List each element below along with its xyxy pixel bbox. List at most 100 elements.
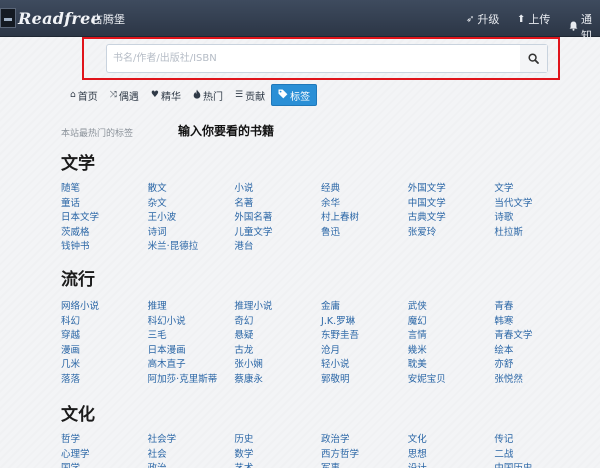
tag-link[interactable]: 哲学	[61, 433, 148, 448]
tag-link[interactable]: 社会	[148, 448, 235, 463]
tag-link[interactable]: J.K.罗琳	[321, 315, 408, 330]
tag-link[interactable]: 青春文学	[494, 329, 581, 344]
tag-link[interactable]: 数学	[234, 448, 321, 463]
tag-link[interactable]: 军事	[321, 462, 408, 468]
tag-link[interactable]: 社会学	[148, 433, 235, 448]
tag-grid-popular: 网络小说 推理 推理小说 金庸 武侠 青春 科幻 科幻小说 奇幻 J.K.罗琳 魔幻 韩寒 穿越 三毛 悬疑…	[61, 300, 581, 388]
tag-link[interactable]: 名著	[234, 197, 321, 212]
tag-link[interactable]: 日本文学	[61, 211, 148, 226]
tag-link[interactable]: 鲁迅	[321, 226, 408, 241]
tag-link[interactable]: 文化	[408, 433, 495, 448]
tag-link[interactable]: 中国历史	[494, 462, 581, 468]
tab-random[interactable]: ⤨ 偶遇	[104, 84, 145, 106]
tag-link[interactable]: 张悦然	[494, 373, 581, 388]
tag-link[interactable]: 艺术	[234, 462, 321, 468]
tag-link[interactable]: 诗歌	[494, 211, 581, 226]
tag-link[interactable]: 童话	[61, 197, 148, 212]
tag-link[interactable]: 推理	[148, 300, 235, 315]
tab-hot[interactable]: 热门	[187, 84, 229, 106]
tab-contribute[interactable]: ☰ 贡献	[229, 84, 271, 106]
section-title-popular: 流行	[61, 270, 95, 290]
tag-link[interactable]: 魔幻	[408, 315, 495, 330]
tag-link[interactable]: 散文	[148, 182, 235, 197]
tag-link[interactable]: 阿加莎·克里斯蒂	[148, 373, 235, 388]
tag-link[interactable]: 村上春树	[321, 211, 408, 226]
tag-link[interactable]: 蔡康永	[234, 373, 321, 388]
tag-link[interactable]: 心理学	[61, 448, 148, 463]
tag-link[interactable]: 设计	[408, 462, 495, 468]
tag-link[interactable]: 米兰·昆德拉	[148, 240, 235, 255]
tab-home[interactable]: ⌂ 首页	[64, 84, 104, 106]
tag-link[interactable]: 绘本	[494, 344, 581, 359]
nav-notify-link[interactable]: 通知	[569, 11, 600, 43]
tag-link[interactable]: 杂文	[148, 197, 235, 212]
tag-link[interactable]: 余华	[321, 197, 408, 212]
tag-link[interactable]: 政治	[148, 462, 235, 468]
tab-featured[interactable]: ♥ 精华	[145, 84, 187, 106]
search-box	[106, 44, 548, 73]
tag-link[interactable]: 小说	[234, 182, 321, 197]
tag-link[interactable]: 思想	[408, 448, 495, 463]
tag-link[interactable]: 言情	[408, 329, 495, 344]
tag-link[interactable]: 西方哲学	[321, 448, 408, 463]
tab-label: 热门	[203, 91, 223, 103]
tag-link[interactable]: 亦舒	[494, 358, 581, 373]
tag-link[interactable]: 张小娴	[234, 358, 321, 373]
tag-link[interactable]: 安妮宝贝	[408, 373, 495, 388]
tag-link[interactable]: 外国名著	[234, 211, 321, 226]
tag-link[interactable]: 国学	[61, 462, 148, 468]
tag-link[interactable]: 随笔	[61, 182, 148, 197]
tag-link[interactable]: 中国文学	[408, 197, 495, 212]
tag-row: 穿越 三毛 悬疑 东野圭吾 言情 青春文学	[61, 329, 581, 344]
tag-link[interactable]: 钱钟书	[61, 240, 148, 255]
tag-link[interactable]: 儿童文学	[234, 226, 321, 241]
tag-link[interactable]: 沧月	[321, 344, 408, 359]
search-input[interactable]	[107, 45, 521, 72]
tag-link[interactable]: 文学	[494, 182, 581, 197]
tag-link[interactable]: 科幻	[61, 315, 148, 330]
tag-link[interactable]: 政治学	[321, 433, 408, 448]
tag-link[interactable]: 外国文学	[408, 182, 495, 197]
tag-link[interactable]: 青春	[494, 300, 581, 315]
tag-link[interactable]: 几米	[61, 358, 148, 373]
tag-link[interactable]: 奇幻	[234, 315, 321, 330]
tag-link[interactable]: 落落	[61, 373, 148, 388]
tag-link[interactable]: 张爱玲	[408, 226, 495, 241]
tag-link[interactable]: 古龙	[234, 344, 321, 359]
tag-link[interactable]: 郭敬明	[321, 373, 408, 388]
tag-link[interactable]: 网络小说	[61, 300, 148, 315]
nav-upgrade-link[interactable]: ➶ 升级	[466, 11, 499, 27]
search-button[interactable]	[520, 45, 547, 72]
tag-link[interactable]: 诗词	[148, 226, 235, 241]
tag-link[interactable]: 漫画	[61, 344, 148, 359]
tag-link[interactable]: 杜拉斯	[494, 226, 581, 241]
tag-link[interactable]: 悬疑	[234, 329, 321, 344]
tag-link[interactable]: 三毛	[148, 329, 235, 344]
tag-link[interactable]: 武侠	[408, 300, 495, 315]
tag-link[interactable]: 港台	[234, 240, 321, 255]
tag-link[interactable]: 幾米	[408, 344, 495, 359]
tag-link[interactable]: 穿越	[61, 329, 148, 344]
tag-link[interactable]: 经典	[321, 182, 408, 197]
tab-tags[interactable]: 标签	[271, 84, 318, 106]
nav-upload-link[interactable]: ⬆ 上传	[517, 11, 550, 27]
tag-link[interactable]: 当代文学	[494, 197, 581, 212]
tag-link[interactable]: 历史	[234, 433, 321, 448]
brand[interactable]: Readfree	[0, 7, 101, 29]
tag-link[interactable]: 耽美	[408, 358, 495, 373]
tag-link[interactable]: 传记	[494, 433, 581, 448]
tag-row: 钱钟书 米兰·昆德拉 港台	[61, 240, 581, 255]
tag-link[interactable]: 科幻小说	[148, 315, 235, 330]
nav-link-gutenberg[interactable]: 古腾堡	[92, 11, 125, 27]
tag-link[interactable]: 推理小说	[234, 300, 321, 315]
tag-link[interactable]: 金庸	[321, 300, 408, 315]
tag-link[interactable]: 二战	[494, 448, 581, 463]
tag-link[interactable]: 古典文学	[408, 211, 495, 226]
tag-link[interactable]: 东野圭吾	[321, 329, 408, 344]
tag-link[interactable]: 王小波	[148, 211, 235, 226]
tag-link[interactable]: 日本漫画	[148, 344, 235, 359]
tag-link[interactable]: 茨威格	[61, 226, 148, 241]
tag-link[interactable]: 高木直子	[148, 358, 235, 373]
tag-link[interactable]: 韩寒	[494, 315, 581, 330]
tag-link[interactable]: 轻小说	[321, 358, 408, 373]
